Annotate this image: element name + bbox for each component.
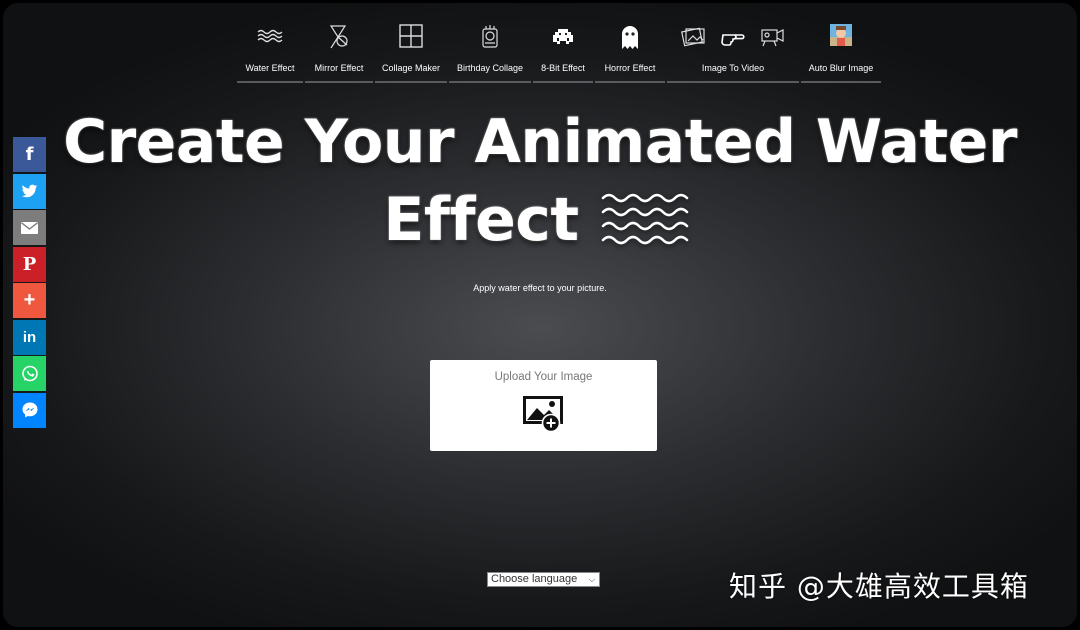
whatsapp-share-button[interactable]: [13, 356, 46, 391]
nav-item-horror-effect[interactable]: Horror Effect: [595, 19, 665, 83]
linkedin-icon: in: [22, 328, 37, 346]
title-line-1: Create Your Animated Water: [63, 107, 1017, 177]
nav-label: Collage Maker: [381, 63, 441, 73]
video-camera-icon: [761, 29, 784, 47]
nav-label: Water Effect: [245, 63, 295, 73]
linkedin-share-button[interactable]: in: [13, 319, 46, 355]
pointing-hand-icon: [721, 34, 745, 46]
whatsapp-icon: [21, 365, 38, 381]
space-invader-icon: [553, 29, 573, 44]
nav-item-8-bit-effect[interactable]: 8-Bit Effect: [533, 19, 593, 83]
title-line-2: Effect: [383, 185, 579, 255]
collage-grid-icon: [399, 24, 423, 48]
birthday-cake-icon: [482, 25, 498, 48]
nav-item-mirror-effect[interactable]: Mirror Effect: [305, 19, 373, 83]
nav-label: Mirror Effect: [314, 63, 364, 73]
nav-label: 8-Bit Effect: [541, 63, 585, 73]
page-title: Create Your Animated Water Effect: [3, 103, 1077, 259]
ghost-icon: [622, 26, 638, 49]
language-select-value: Choose language: [491, 573, 578, 585]
upload-image-button[interactable]: Upload Your Image: [430, 360, 657, 451]
language-select[interactable]: Choose language ⌵: [487, 572, 600, 587]
nav-item-auto-blur-image[interactable]: Auto Blur Image: [801, 19, 881, 83]
messenger-share-button[interactable]: [13, 392, 46, 428]
nav-item-image-to-video[interactable]: Image To Video: [667, 19, 799, 83]
water-waves-icon: [601, 193, 688, 245]
nav-label: Horror Effect: [604, 63, 656, 73]
mirror-icon: [329, 25, 348, 49]
app-frame: Water Effect Mirror Effect Collage Maker…: [0, 0, 1080, 630]
messenger-icon: [22, 402, 37, 418]
upload-label: Upload Your Image: [494, 371, 593, 383]
nav-item-collage-maker[interactable]: Collage Maker: [375, 19, 447, 83]
blur-thumbnail-icon: [830, 24, 852, 46]
water-waves-icon: [257, 29, 283, 43]
title-line-2-wrap: Effect: [383, 181, 696, 259]
nav-item-water-effect[interactable]: Water Effect: [237, 19, 303, 83]
nav-label: Birthday Collage: [456, 63, 524, 73]
nav-label: Image To Video: [701, 63, 765, 73]
photos-icon: [681, 27, 705, 47]
watermark: 知乎 @大雄高效工具箱: [729, 570, 1029, 603]
nav-label: Auto Blur Image: [808, 63, 874, 73]
nav-item-birthday-collage[interactable]: Birthday Collage: [449, 19, 531, 83]
chevron-down-icon: ⌵: [588, 575, 595, 584]
add-image-icon: [523, 396, 563, 433]
page-subtitle: Apply water effect to your picture.: [473, 283, 607, 293]
